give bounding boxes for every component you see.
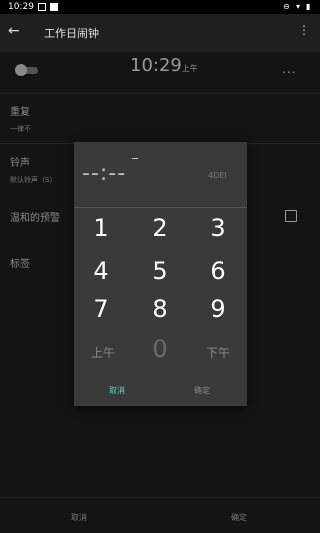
picker-header-dash: _ [132,145,138,159]
divider [0,497,320,498]
alarm-toggle[interactable] [15,64,27,76]
notification-icon [38,3,46,11]
wifi-icon: ▾ [296,2,301,11]
do-not-disturb-icon: ⊖ [283,2,290,11]
key-am[interactable]: 上午 [83,344,123,361]
picker-ok-button[interactable]: 确定 [194,385,210,396]
status-bar: 10:29 ⊖ ▾ ▮ [0,0,320,14]
battery-icon: ▮ [306,2,311,11]
picker-divider [74,207,247,208]
repeat-value: 一律不 [10,125,31,133]
key-7[interactable]: 7 [81,295,121,323]
key-9[interactable]: 9 [198,295,238,323]
bottom-cancel-button[interactable]: 取消 [71,512,87,523]
tag-label[interactable]: 标签 [10,255,30,270]
key-5[interactable]: 5 [140,257,180,285]
notification-icon [50,3,58,11]
overflow-menu-icon[interactable]: ⋮ [298,23,310,37]
picker-cancel-button[interactable]: 取消 [109,385,125,396]
backspace-button[interactable]: 4DEI [208,171,227,180]
alarm-more-icon[interactable]: ... [282,62,296,76]
ringtone-label[interactable]: 铃声 [10,154,30,169]
app-bar: ← 工作日闹钟 ⋮ [0,14,320,52]
alarm-ampm: 上午 [181,64,198,73]
ringtone-value: 默认铃声（S） [10,176,57,184]
key-pm[interactable]: 下午 [198,344,238,361]
alarm-time[interactable]: 10:29上午 [130,55,198,76]
gentle-alert-checkbox[interactable] [285,210,297,222]
bottom-ok-button[interactable]: 确定 [231,512,247,523]
key-1[interactable]: 1 [81,214,121,242]
status-time: 10:29 [8,2,34,12]
page-title: 工作日闹钟 [44,27,99,40]
picker-time-display: --:-- [82,161,127,186]
gentle-alert-label[interactable]: 温和的预警 [10,209,60,224]
key-8[interactable]: 8 [140,295,180,323]
key-3[interactable]: 3 [198,214,238,242]
key-4[interactable]: 4 [81,257,121,285]
divider [0,93,320,94]
alarm-time-value: 10:29 [130,55,182,76]
time-picker-dialog: _ --:-- 4DEI 1 2 3 4 5 6 7 8 9 上午 0 下午 取… [74,142,247,406]
repeat-label[interactable]: 重复 [10,103,30,118]
key-2[interactable]: 2 [140,214,180,242]
key-0[interactable]: 0 [140,335,180,363]
back-arrow-icon[interactable]: ← [8,23,20,39]
key-6[interactable]: 6 [198,257,238,285]
